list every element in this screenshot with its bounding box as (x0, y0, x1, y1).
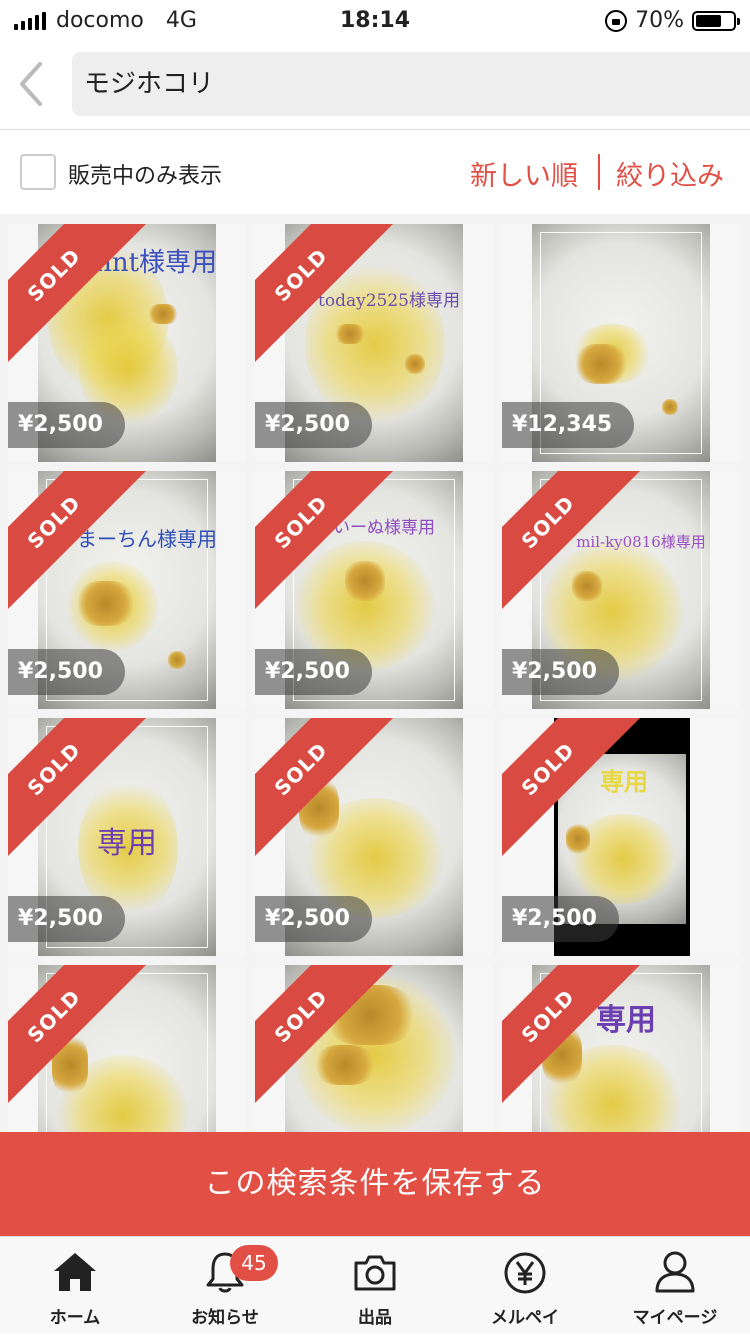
item-card[interactable]: Mint様専用 SOLD ¥2,500 (8, 224, 246, 462)
item-card[interactable]: ¥12,345 (502, 224, 740, 462)
tab-sell[interactable]: 出品 (300, 1237, 450, 1335)
battery-icon (692, 10, 740, 31)
status-bar: docomo 4G 18:14 70% (0, 0, 750, 40)
item-card[interactable]: 専用 SOLD ¥2,500 (502, 718, 740, 956)
home-icon (54, 1253, 96, 1291)
onsale-only-checkbox[interactable] (20, 154, 56, 190)
item-card[interactable]: today2525様専用 SOLD ¥2,500 (255, 224, 493, 462)
tab-merpay[interactable]: メルペイ (450, 1237, 600, 1335)
onsale-only-label[interactable]: 販売中のみ表示 (68, 158, 222, 190)
lock-rotation-icon (605, 9, 628, 32)
item-price: ¥2,500 (8, 402, 125, 448)
tab-mypage-label: マイページ (632, 1308, 718, 1328)
item-price: ¥2,500 (502, 896, 619, 942)
item-price: ¥2,500 (8, 896, 125, 942)
notification-badge: 45 (230, 1245, 278, 1281)
item-card[interactable]: まーちん様専用 SOLD ¥2,500 (8, 471, 246, 709)
camera-icon (354, 1255, 396, 1291)
filter-button[interactable]: 絞り込み (616, 154, 724, 193)
person-icon (655, 1251, 695, 1293)
item-price: ¥2,500 (255, 402, 372, 448)
item-card[interactable]: 専用 SOLD ¥2,500 (8, 718, 246, 956)
tab-bar: ホーム 45 お知らせ 出品 メルペイ マイページ (0, 1236, 750, 1334)
yen-icon (504, 1252, 546, 1294)
tab-sell-label: 出品 (358, 1308, 392, 1328)
item-price: ¥2,500 (255, 649, 372, 695)
item-price: ¥2,500 (8, 649, 125, 695)
tab-notifications-label: お知らせ (191, 1308, 259, 1328)
back-icon[interactable] (14, 60, 54, 108)
item-card[interactable]: SOLD (8, 965, 246, 1134)
item-card[interactable]: いーぬ様専用 SOLD ¥2,500 (255, 471, 493, 709)
tab-home[interactable]: ホーム (0, 1237, 150, 1335)
item-price: ¥2,500 (255, 896, 372, 942)
item-price: ¥12,345 (502, 402, 635, 448)
tab-mypage[interactable]: マイページ (600, 1237, 750, 1335)
tab-home-label: ホーム (49, 1308, 101, 1328)
item-overlay-text: 専用 (97, 826, 157, 861)
tab-notifications[interactable]: 45 お知らせ (150, 1237, 300, 1335)
filter-bar: 販売中のみ表示 新しい順 絞り込み (0, 130, 750, 214)
item-grid-container: Mint様専用 SOLD ¥2,500 today2525様専用 SOLD ¥2… (0, 214, 750, 1134)
battery-percent: 70% (635, 8, 684, 33)
item-card[interactable]: SOLD (255, 965, 493, 1134)
item-grid: Mint様専用 SOLD ¥2,500 today2525様専用 SOLD ¥2… (8, 224, 740, 1134)
divider (598, 154, 600, 190)
item-price: ¥2,500 (502, 649, 619, 695)
save-search-button[interactable]: この検索条件を保存する (0, 1132, 750, 1236)
tab-merpay-label: メルペイ (491, 1308, 559, 1328)
sort-button[interactable]: 新しい順 (470, 154, 578, 193)
item-card[interactable]: SOLD ¥2,500 (255, 718, 493, 956)
search-input[interactable]: モジホコリ (72, 52, 750, 116)
item-card[interactable]: 専用 SOLD (502, 965, 740, 1134)
item-card[interactable]: mil-ky0816様専用 SOLD ¥2,500 (502, 471, 740, 709)
search-header: モジホコリ (0, 40, 750, 130)
status-right: 70% (605, 8, 740, 33)
